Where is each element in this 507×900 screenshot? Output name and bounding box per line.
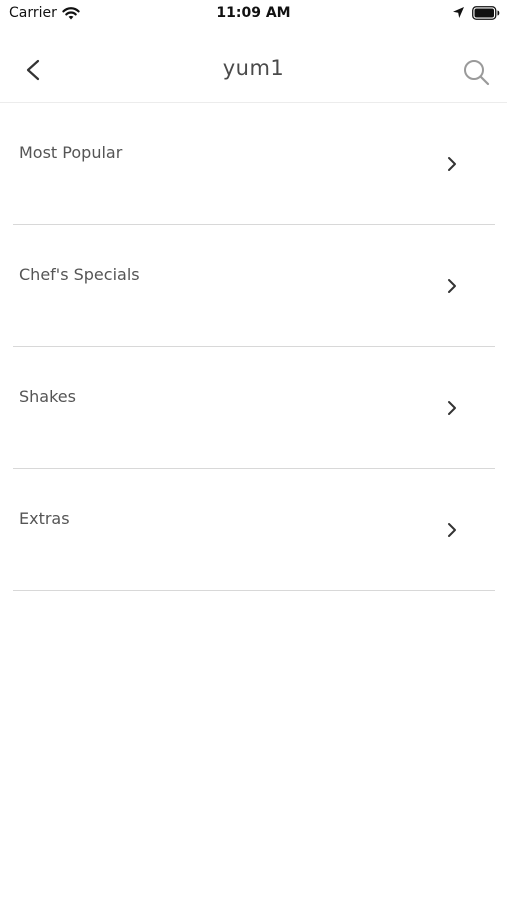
- category-label: Shakes: [19, 387, 76, 406]
- category-item-chefs-specials[interactable]: Chef's Specials: [13, 225, 495, 347]
- category-label: Most Popular: [19, 143, 123, 162]
- category-item-extras[interactable]: Extras: [13, 469, 495, 591]
- category-label: Chef's Specials: [19, 265, 140, 284]
- category-label: Extras: [19, 509, 70, 528]
- search-button[interactable]: [460, 56, 492, 88]
- search-icon: [464, 60, 490, 86]
- status-bar: Carrier 11:09 AM: [0, 0, 507, 28]
- category-item-shakes[interactable]: Shakes: [13, 347, 495, 469]
- chevron-right-icon: [448, 279, 456, 293]
- status-time: 11:09 AM: [216, 5, 291, 21]
- category-item-most-popular[interactable]: Most Popular: [13, 103, 495, 225]
- category-list: Most Popular Chef's Specials Shakes Extr…: [13, 103, 495, 591]
- battery-icon: [472, 6, 500, 20]
- location-arrow-icon: [453, 7, 464, 18]
- page-title: yum1: [222, 56, 285, 80]
- chevron-right-icon: [448, 401, 456, 415]
- chevron-right-icon: [448, 523, 456, 537]
- nav-bar: yum1: [0, 28, 507, 103]
- chevron-right-icon: [448, 157, 456, 171]
